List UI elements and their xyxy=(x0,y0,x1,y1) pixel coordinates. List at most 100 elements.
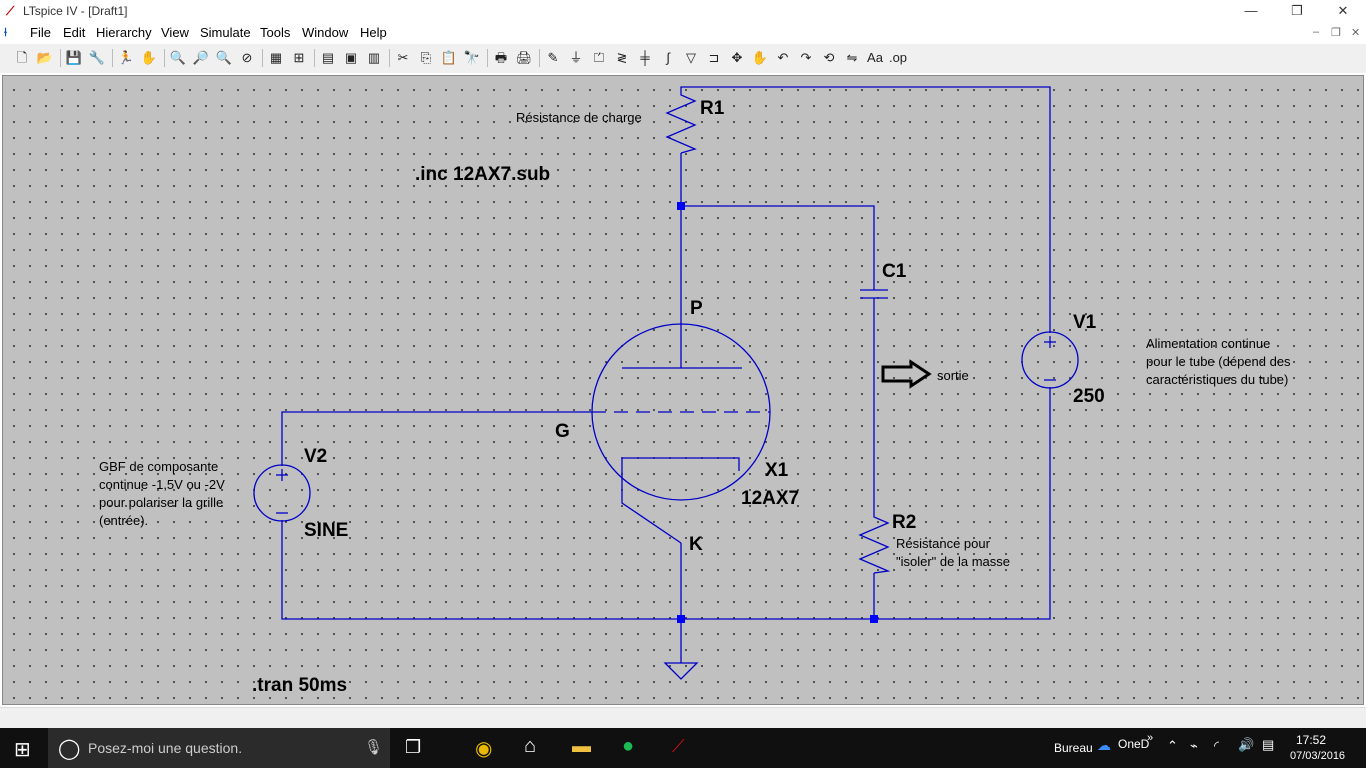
copy-icon[interactable]: ⎘ xyxy=(416,48,436,68)
component-icon[interactable]: ⊐ xyxy=(704,48,724,68)
v2-label[interactable]: V2 xyxy=(304,446,327,468)
menu-file[interactable]: File xyxy=(30,25,51,40)
menu-simulate[interactable]: Simulate xyxy=(200,25,251,40)
volume-icon[interactable]: 🔊 xyxy=(1238,737,1254,753)
wifi-icon[interactable]: ◜ xyxy=(1214,738,1219,754)
window-title: LTspice IV - [Draft1] xyxy=(23,4,128,18)
zoom-out-icon[interactable]: 🔍 xyxy=(214,48,234,68)
menu-window[interactable]: Window xyxy=(302,25,348,40)
r1-resistor xyxy=(665,91,697,154)
search-placeholder: Posez-moi une question. xyxy=(88,740,243,756)
schematic-drawing xyxy=(253,86,1079,680)
toolbar: 🗋 📂 💾 🔧 🏃 ✋ 🔍 🔎 🔍 ⊘ ▦ ⊞ ▤ ▣ ▥ ✂ ⎘ 📋 🔭 🖶 🖨 ✎ ⏚ ⏍ ≷ ╪ ∫ ▽ ⊐ ✥ ✋ ↶ ↷ ⟲ ⇋ Aa .op xyxy=(0,44,1366,74)
capacitor-icon[interactable]: ╪ xyxy=(635,48,655,68)
menu-help[interactable]: Help xyxy=(360,25,387,40)
menu-hierarchy[interactable]: Hierarchy xyxy=(96,25,152,40)
cortana-search-box[interactable]: ◯ Posez-moi une question. 🎙 xyxy=(48,728,390,768)
rotate-icon[interactable]: ⟲ xyxy=(819,48,839,68)
r2-label[interactable]: R2 xyxy=(892,512,916,534)
mdi-minimize-button[interactable]: – xyxy=(1313,26,1319,38)
diode-icon[interactable]: ▽ xyxy=(681,48,701,68)
toolbar-separator xyxy=(262,49,263,67)
power-icon[interactable]: ⌁ xyxy=(1190,738,1198,754)
x1-label[interactable]: X1 xyxy=(765,460,788,482)
r2-comment[interactable]: Résistance pour "isoler" de la masse xyxy=(896,535,1010,571)
microphone-icon[interactable]: 🎙 xyxy=(364,738,383,756)
file-explorer-icon[interactable]: ▬ xyxy=(572,736,591,758)
menu-edit[interactable]: Edit xyxy=(63,25,85,40)
toolbar-separator xyxy=(487,49,488,67)
cut-icon[interactable]: ✂ xyxy=(393,48,413,68)
undo-icon[interactable]: ↶ xyxy=(773,48,793,68)
ground-icon[interactable]: ⏚ xyxy=(566,48,586,68)
zoom-in-icon[interactable]: 🔍 xyxy=(168,48,188,68)
v1-label[interactable]: V1 xyxy=(1073,312,1096,334)
sortie-label[interactable]: sortie xyxy=(937,367,969,385)
zoom-fit-icon[interactable]: ⊘ xyxy=(237,48,257,68)
mirror-icon[interactable]: ⇋ xyxy=(842,48,862,68)
menu-tools[interactable]: Tools xyxy=(260,25,290,40)
new-schematic-icon[interactable]: 🗋 xyxy=(12,48,32,68)
v1-comment[interactable]: Alimentation continue pour le tube (dépe… xyxy=(1146,335,1291,389)
autorange-icon[interactable]: ▦ xyxy=(266,48,286,68)
spice-directive-tran[interactable]: .tran 50ms xyxy=(252,675,347,697)
cascade-icon[interactable]: ▣ xyxy=(341,48,361,68)
drag-icon[interactable]: ✋ xyxy=(750,48,770,68)
print-icon[interactable]: 🖨 xyxy=(514,48,534,68)
v1-value[interactable]: 250 xyxy=(1073,386,1105,408)
resistor-icon[interactable]: ≷ xyxy=(612,48,632,68)
spotify-icon[interactable]: ● xyxy=(622,735,634,758)
spice-directive-icon[interactable]: .op xyxy=(888,48,908,68)
print-preview-icon[interactable]: 🖶 xyxy=(491,48,511,68)
pan-icon[interactable]: 🔎 xyxy=(191,48,211,68)
onedrive-label[interactable]: OneD xyxy=(1118,737,1149,751)
clock-date[interactable]: 07/03/2016 xyxy=(1290,750,1345,762)
status-bar xyxy=(0,707,1366,729)
notifications-icon[interactable]: ▤ xyxy=(1262,737,1274,753)
halt-icon[interactable]: ✋ xyxy=(139,48,159,68)
tile-vertical-icon[interactable]: ▥ xyxy=(364,48,384,68)
find-icon[interactable]: 🔭 xyxy=(462,48,482,68)
minimize-button[interactable]: — xyxy=(1228,0,1274,23)
paste-icon[interactable]: 📋 xyxy=(439,48,459,68)
save-icon[interactable]: 💾 xyxy=(64,48,84,68)
windows-start-icon[interactable]: ⊞ xyxy=(14,737,31,762)
tile-horizontal-icon[interactable]: ▤ xyxy=(318,48,338,68)
move-icon[interactable]: ✥ xyxy=(727,48,747,68)
label-net-icon[interactable]: ⏍ xyxy=(589,48,609,68)
comment-line: Résistance pour xyxy=(896,536,990,551)
redo-icon[interactable]: ↷ xyxy=(796,48,816,68)
pin-p-label: P xyxy=(690,298,703,319)
r1-label[interactable]: R1 xyxy=(700,98,724,120)
v2-value[interactable]: SINE xyxy=(304,520,348,542)
mdi-close-button[interactable]: ✕ xyxy=(1351,26,1360,39)
ltspice-taskbar-icon[interactable]: ⟋ xyxy=(672,736,685,757)
toolbar-separator xyxy=(60,49,61,67)
task-view-icon[interactable]: ❐ xyxy=(405,737,421,758)
x1-value[interactable]: 12AX7 xyxy=(741,488,799,510)
spice-directive-inc[interactable]: .inc 12AX7.sub xyxy=(415,164,550,186)
mdi-restore-button[interactable]: ❐ xyxy=(1331,26,1341,39)
draw-wire-icon[interactable]: ✎ xyxy=(543,48,563,68)
c1-label[interactable]: C1 xyxy=(882,261,906,283)
v2-comment[interactable]: GBF de composante continue -1,5V ou -2V … xyxy=(99,458,225,530)
toolbar-separator xyxy=(389,49,390,67)
toolbar-chevron-icon[interactable]: » xyxy=(1147,732,1153,744)
home-icon[interactable]: ⌂ xyxy=(524,735,536,758)
close-button[interactable]: ✕ xyxy=(1320,0,1366,23)
control-panel-icon[interactable]: 🔧 xyxy=(87,48,107,68)
onedrive-icon[interactable]: ☁ xyxy=(1097,737,1111,754)
restore-button[interactable]: ❐ xyxy=(1274,0,1320,23)
menu-view[interactable]: View xyxy=(161,25,189,40)
r1-comment[interactable]: Résistance de charge xyxy=(516,109,642,127)
run-icon[interactable]: 🏃 xyxy=(116,48,136,68)
clock-time[interactable]: 17:52 xyxy=(1296,733,1326,747)
text-icon[interactable]: Aa xyxy=(865,48,885,68)
desktop-toolbar-label[interactable]: Bureau xyxy=(1054,741,1093,755)
tray-expand-icon[interactable]: ⌃ xyxy=(1167,738,1178,754)
grid-icon[interactable]: ⊞ xyxy=(289,48,309,68)
open-icon[interactable]: 📂 xyxy=(35,48,55,68)
mdi-child-icon[interactable]: ⟊ xyxy=(4,25,7,40)
inductor-icon[interactable]: ∫ xyxy=(658,48,678,68)
chrome-icon[interactable]: ◉ xyxy=(475,736,492,761)
